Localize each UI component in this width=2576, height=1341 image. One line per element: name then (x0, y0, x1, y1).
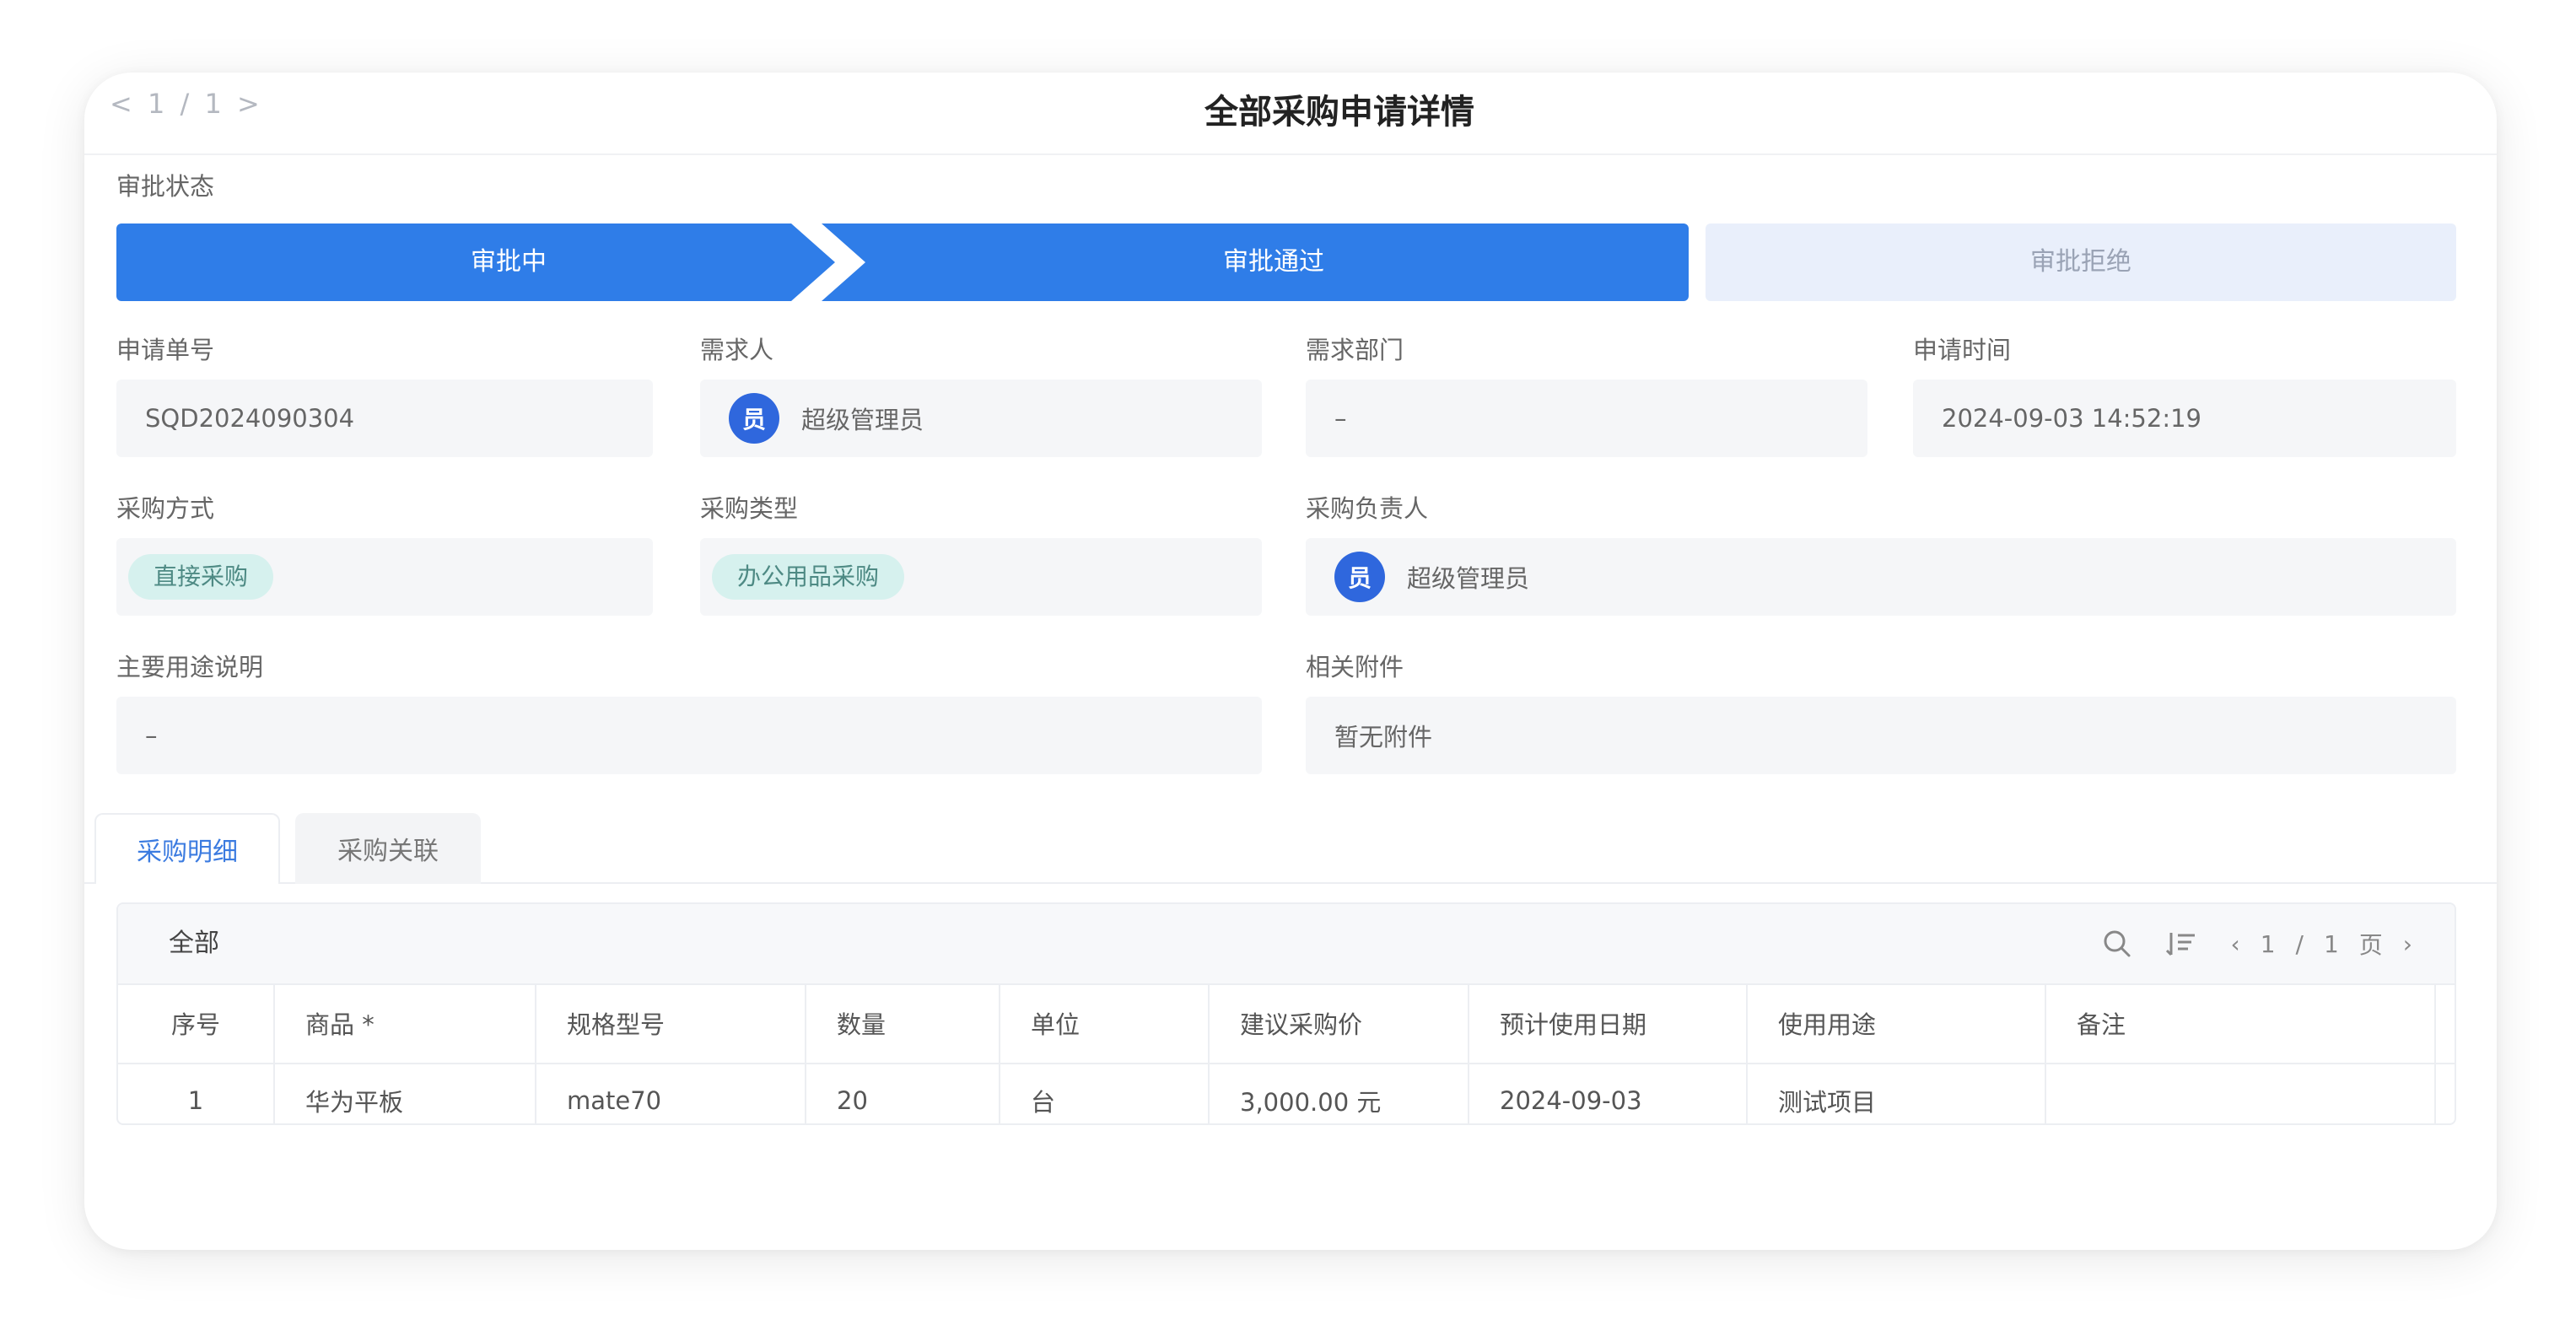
table-row[interactable]: 1 华为平板 mate70 20 台 3,000.00 元 2024-09-03… (118, 1064, 2455, 1123)
attachments-label: 相关附件 (1306, 653, 1404, 681)
avatar: 员 (1334, 552, 1385, 602)
col-unit: 单位 (1000, 983, 1210, 1063)
table-pager: ‹ 1 / 1 页 › (2230, 927, 2414, 961)
purchase-method-tag: 直接采购 (128, 554, 274, 600)
table-grid: 序号 商品 * 规格型号 数量 单位 建议采购价 预计使用日期 使用用途 备注 … (118, 983, 2455, 1123)
col-price: 建议采购价 (1210, 983, 1469, 1063)
purchase-owner-field: 员 超级管理员 (1306, 538, 2456, 616)
step-rejected: 审批拒绝 (2030, 247, 2131, 277)
usage-field: – (116, 697, 1262, 774)
filter-all[interactable]: 全部 (169, 904, 219, 983)
table-toolbar: 全部 ‹ 1 / 1 页 › (118, 904, 2455, 985)
cell-index: 1 (118, 1064, 275, 1123)
page-title: 全部采购申请详情 (1204, 93, 1474, 132)
order-no-field: SQD2024090304 (116, 380, 653, 457)
pager-separator: / (2295, 929, 2305, 958)
cell-purpose: 测试项目 (1748, 1064, 2046, 1123)
col-index: 序号 (118, 983, 275, 1063)
purchase-type-label: 采购类型 (700, 494, 799, 523)
purchase-type-field: 办公用品采购 (700, 538, 1262, 616)
pager-total: 1 (2323, 929, 2341, 958)
requester-field: 员 超级管理员 (700, 380, 1262, 457)
cell-product: 华为平板 (275, 1064, 536, 1123)
purchase-details-table: 全部 ‹ 1 / 1 页 › 序号 商品 * 规格型号 数量 单位 建议采购价 … (116, 902, 2456, 1125)
step-approved: 审批通过 (1223, 247, 1324, 277)
col-remark: 备注 (2046, 983, 2436, 1063)
attachments-field: 暂无附件 (1306, 697, 2456, 774)
order-no-label: 申请单号 (116, 336, 215, 364)
col-product: 商品 * (275, 983, 536, 1063)
chevron-right-icon[interactable]: › (2403, 930, 2414, 958)
cell-spec: mate70 (536, 1064, 806, 1123)
search-icon[interactable] (2102, 929, 2132, 959)
cell-remark (2046, 1064, 2436, 1123)
tab-purchase-details[interactable]: 采购明细 (94, 813, 280, 884)
table-header-row: 序号 商品 * 规格型号 数量 单位 建议采购价 预计使用日期 使用用途 备注 (118, 983, 2455, 1064)
col-purpose: 使用用途 (1748, 983, 2046, 1063)
approval-steps: 审批中 审批通过 审批拒绝 (116, 224, 2456, 301)
purchase-owner-name: 超级管理员 (1407, 564, 1530, 593)
purchase-owner-label: 采购负责人 (1306, 494, 1429, 523)
top-bar: < 1 / 1 > 全部采购申请详情 (84, 73, 2497, 155)
department-field: – (1306, 380, 1867, 457)
apply-time-field: 2024-09-03 14:52:19 (1913, 380, 2456, 457)
step-in-review: 审批中 (471, 247, 547, 277)
requester-label: 需求人 (700, 336, 774, 364)
requester-name: 超级管理员 (801, 406, 924, 434)
cell-price: 3,000.00 元 (1210, 1064, 1469, 1123)
table-tools: ‹ 1 / 1 页 › (2102, 904, 2414, 983)
col-quantity: 数量 (806, 983, 1000, 1063)
apply-time-label: 申请时间 (1913, 336, 2012, 364)
cell-unit: 台 (1000, 1064, 1210, 1123)
approval-status-label: 审批状态 (116, 172, 215, 201)
department-label: 需求部门 (1306, 336, 1404, 364)
cell-quantity: 20 (806, 1064, 1000, 1123)
purchase-method-label: 采购方式 (116, 494, 215, 523)
usage-label: 主要用途说明 (116, 653, 264, 681)
pager-unit: 页 (2358, 931, 2385, 959)
col-spec: 规格型号 (536, 983, 806, 1063)
column-settings-icon[interactable] (2166, 929, 2196, 959)
chevron-left-icon[interactable]: ‹ (2230, 930, 2241, 958)
cell-use-date: 2024-09-03 (1469, 1064, 1748, 1123)
detail-card: < 1 / 1 > 全部采购申请详情 审批状态 审批中 审批通过 审批拒绝 申请… (84, 73, 2497, 1250)
avatar: 员 (729, 393, 779, 444)
col-use-date: 预计使用日期 (1469, 983, 1748, 1063)
tab-purchase-relations[interactable]: 采购关联 (295, 813, 481, 884)
pager-current: 1 (2260, 929, 2277, 958)
purchase-method-field: 直接采购 (116, 538, 653, 616)
purchase-type-tag: 办公用品采购 (712, 554, 905, 600)
